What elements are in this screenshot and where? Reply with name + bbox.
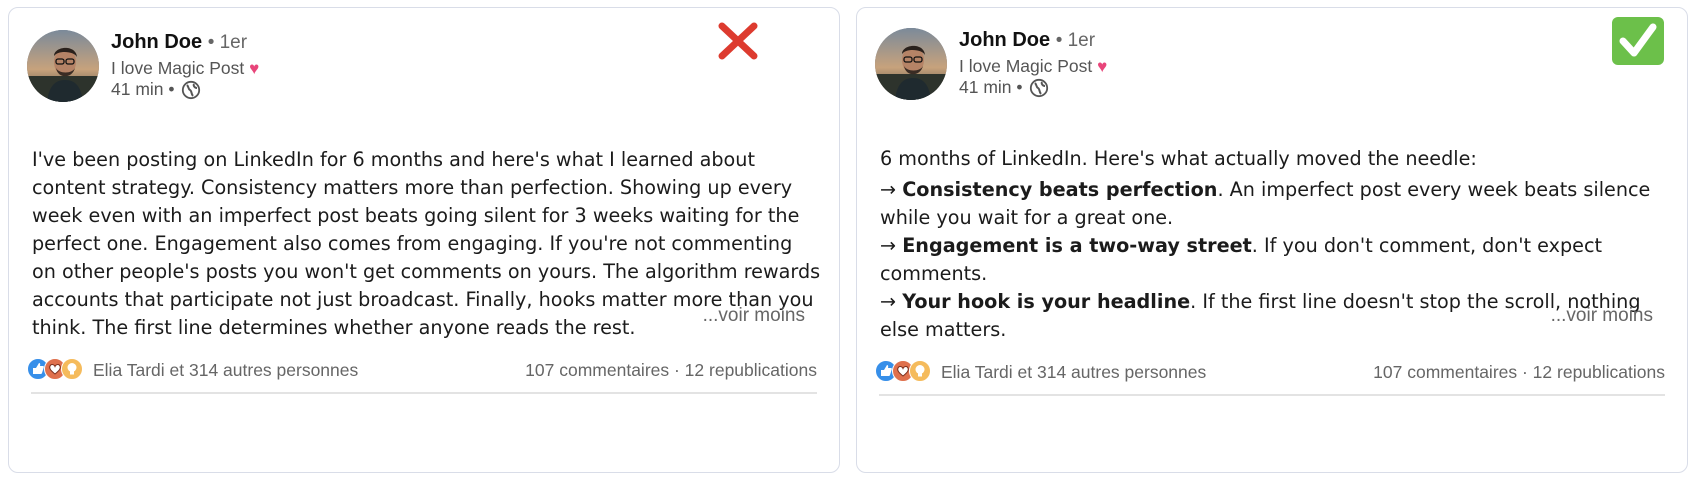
see-less-link[interactable]: ...voir moins	[1551, 305, 1653, 327]
connection-degree: • 1er	[1055, 30, 1096, 51]
heart-emoji-icon: ♥	[249, 59, 260, 78]
reactions-text: Elia Tardi et 314 autres personnes	[941, 361, 1207, 382]
author-headline: I love Magic Post ♥	[959, 56, 1108, 76]
post-card-bad-example: John Doe • 1er I love Magic Post ♥ 41 mi…	[8, 7, 840, 473]
insightful-icon	[909, 360, 931, 382]
red-cross-mark-icon	[716, 18, 760, 62]
heart-emoji-icon: ♥	[1097, 57, 1108, 76]
reactions-summary[interactable]: Elia Tardi et 314 autres personnes	[875, 359, 1206, 385]
globe-icon	[181, 80, 200, 99]
globe-icon	[1029, 78, 1048, 97]
divider	[31, 392, 817, 394]
green-check-mark-icon	[1611, 16, 1665, 66]
post-time: 41 min •	[111, 79, 201, 100]
author-name[interactable]: John Doe • 1er	[111, 31, 247, 54]
reactions-text: Elia Tardi et 314 autres personnes	[93, 359, 359, 380]
insightful-icon	[61, 358, 83, 380]
post-time: 41 min •	[959, 77, 1049, 98]
comments-reposts-count[interactable]: 107 commentaires · 12 republications	[1373, 362, 1665, 383]
author-headline: I love Magic Post ♥	[111, 58, 260, 78]
author-avatar[interactable]	[875, 28, 947, 100]
author-avatar[interactable]	[27, 30, 99, 102]
post-intro: 6 months of LinkedIn. Here's what actual…	[880, 147, 1477, 170]
see-less-link[interactable]: ...voir moins	[703, 305, 805, 327]
post-point: → Consistency beats perfection. An imper…	[880, 178, 1651, 229]
comments-reposts-count[interactable]: 107 commentaires · 12 republications	[525, 360, 817, 381]
connection-degree: • 1er	[207, 32, 248, 53]
divider	[879, 394, 1665, 396]
author-name[interactable]: John Doe • 1er	[959, 29, 1095, 52]
post-card-good-example: John Doe • 1er I love Magic Post ♥ 41 mi…	[856, 7, 1688, 473]
post-point: → Engagement is a two-way street. If you…	[880, 234, 1603, 285]
reactions-summary[interactable]: Elia Tardi et 314 autres personnes	[27, 357, 358, 383]
